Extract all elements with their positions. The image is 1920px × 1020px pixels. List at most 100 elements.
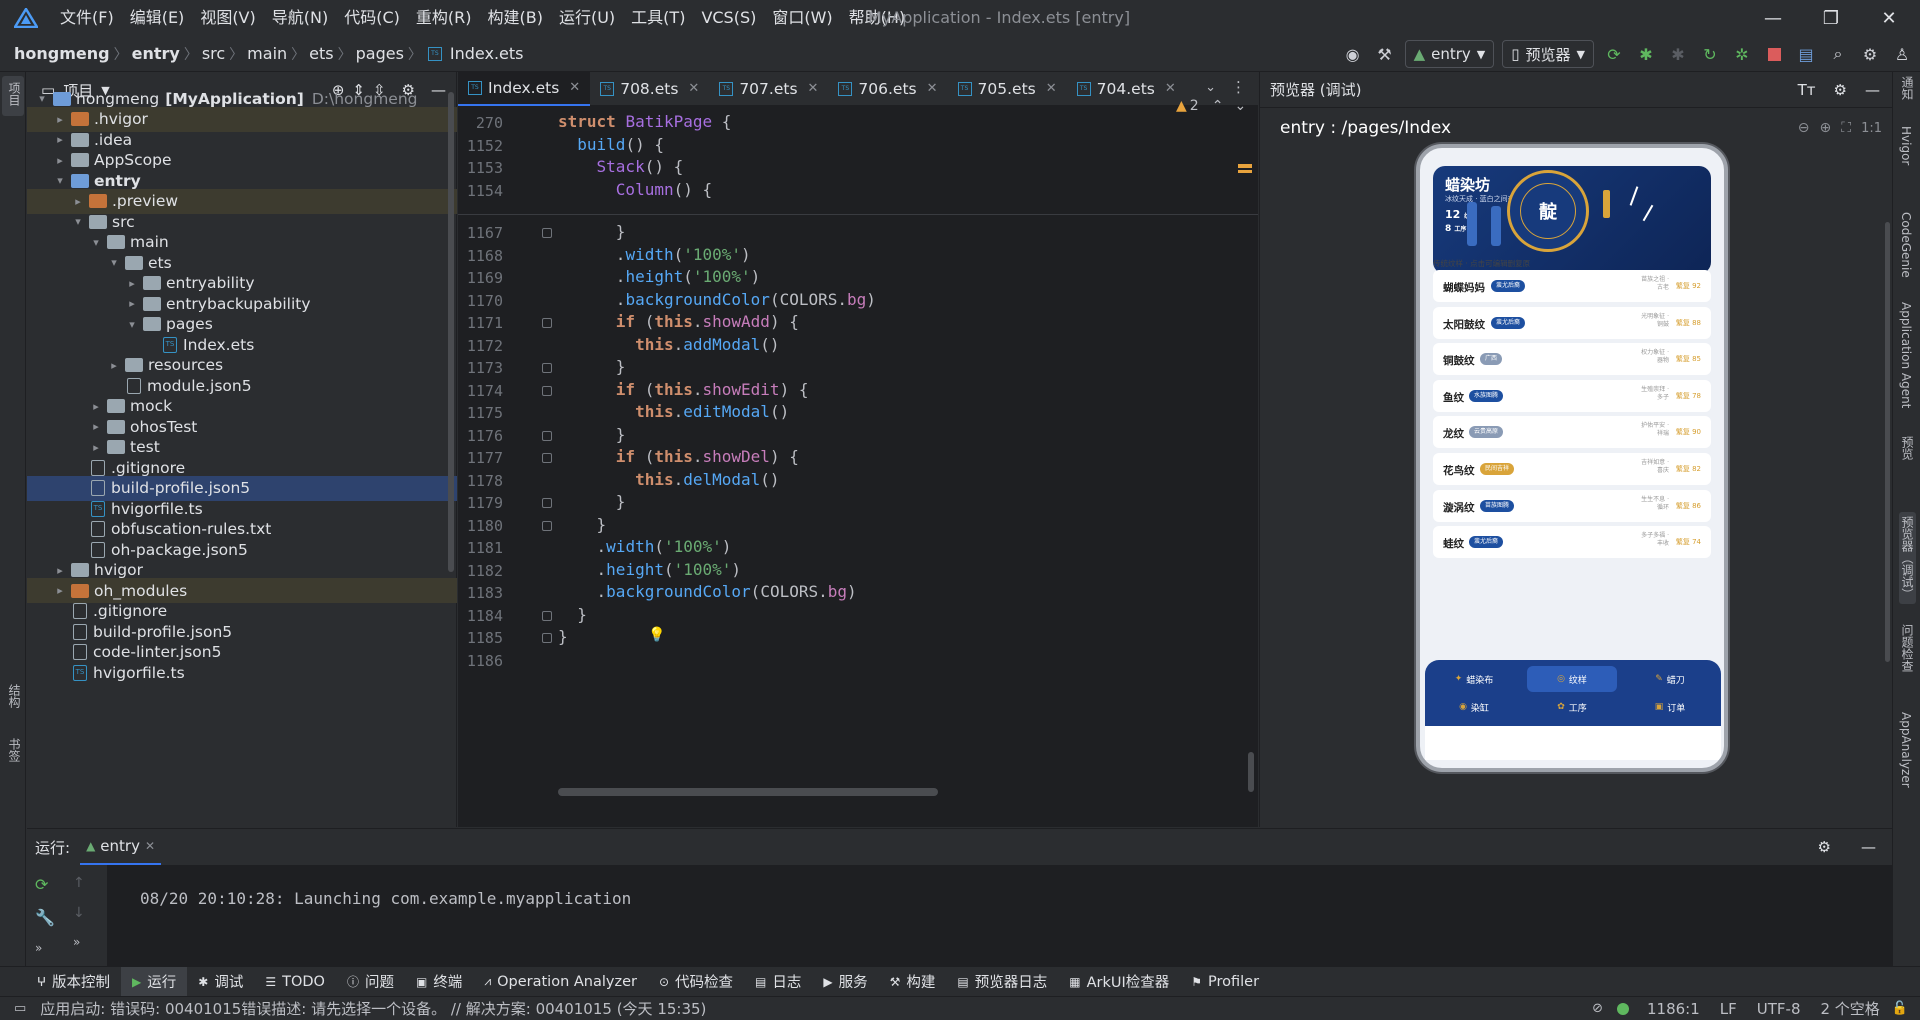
- font-size-icon[interactable]: Tт: [1798, 81, 1816, 99]
- chevron-down-icon[interactable]: ▾: [53, 174, 67, 187]
- fold-marker-icon[interactable]: [542, 498, 552, 508]
- fold-marker-icon[interactable]: [542, 453, 552, 463]
- no-sync-icon[interactable]: ⊘: [1592, 1001, 1603, 1016]
- pattern-card[interactable]: 蝴蝶妈妈 蚩尤后裔 苗族之祖 · 古老 繁复 92: [1433, 270, 1711, 302]
- debug-icon[interactable]: ✱: [1634, 42, 1658, 66]
- right-tool-button[interactable]: Application Agent: [1899, 302, 1913, 408]
- breadcrumb-item[interactable]: main: [243, 44, 291, 63]
- close-tab-icon[interactable]: ✕: [1165, 81, 1176, 96]
- account-icon[interactable]: ♙: [1890, 42, 1914, 66]
- rerun-icon[interactable]: ⟳: [35, 875, 55, 894]
- close-icon[interactable]: ✕: [145, 839, 155, 853]
- hammer-icon[interactable]: ⚒: [1373, 42, 1397, 66]
- gear-icon[interactable]: ⚙: [1834, 81, 1847, 99]
- prev-highlight-icon[interactable]: ⌃: [1212, 98, 1224, 114]
- tool-window-button[interactable]: ✱ 调试: [187, 967, 254, 997]
- fold-marker-icon[interactable]: [542, 633, 552, 643]
- app-tab[interactable]: ▣ 订单: [1625, 694, 1715, 720]
- attach-debugger-icon[interactable]: ✱: [1666, 42, 1690, 66]
- scroll-up-icon[interactable]: ↑: [73, 875, 85, 891]
- target-icon[interactable]: ◉: [1341, 42, 1365, 66]
- gear-icon[interactable]: ⚙: [1818, 838, 1831, 856]
- status-ok-icon[interactable]: [1616, 1002, 1629, 1015]
- right-tool-button[interactable]: 预览: [1899, 436, 1916, 460]
- stop-icon[interactable]: [1762, 42, 1786, 66]
- pattern-card[interactable]: 铜鼓纹 广西 权力象征 · 器物 繁复 85: [1433, 343, 1711, 376]
- warnings-indicator[interactable]: ▲ 2 ⌃ ⌄: [1176, 98, 1246, 114]
- app-tab[interactable]: ✎ 蜡刀: [1625, 666, 1715, 692]
- chevron-down-icon[interactable]: ▾: [125, 318, 139, 331]
- tool-window-button[interactable]: ▣ 终端: [405, 967, 473, 997]
- pattern-card[interactable]: 鱼纹 水族图腾 生殖崇拜 · 多子 繁复 78: [1433, 379, 1711, 412]
- chevron-right-icon[interactable]: ▸: [53, 113, 67, 126]
- fit-screen-icon[interactable]: ⛶: [1841, 120, 1851, 136]
- chevron-down-icon[interactable]: ▾: [71, 215, 85, 228]
- app-tab[interactable]: ◎ 纹样: [1527, 666, 1617, 692]
- profile-icon[interactable]: ✲: [1730, 42, 1754, 66]
- editor-tab[interactable]: TS 708.ets ✕: [590, 72, 709, 106]
- menu-item[interactable]: 工具(T): [623, 0, 693, 36]
- menu-item[interactable]: 文件(F): [52, 0, 122, 36]
- next-highlight-icon[interactable]: ⌄: [1234, 98, 1246, 114]
- app-tab[interactable]: ✿ 工序: [1527, 694, 1617, 720]
- chevron-right-icon[interactable]: ▸: [53, 154, 67, 167]
- pattern-card[interactable]: 漩涡纹 苗族图腾 生生不息 · 循环 繁复 86: [1433, 489, 1711, 522]
- more-options-icon[interactable]: ⋮: [1231, 78, 1246, 96]
- chevron-down-icon[interactable]: ▾: [107, 256, 121, 269]
- chevron-right-icon[interactable]: ▸: [89, 420, 103, 433]
- fold-marker-icon[interactable]: [542, 520, 552, 531]
- right-tool-button[interactable]: Hvigor: [1899, 126, 1913, 165]
- close-tab-icon[interactable]: ✕: [808, 81, 819, 96]
- fold-marker-icon[interactable]: [542, 318, 552, 328]
- menu-item[interactable]: 视图(V): [192, 0, 263, 36]
- lock-icon[interactable]: 🔓: [1892, 1001, 1908, 1016]
- editor-tab[interactable]: TS 705.ets ✕: [948, 72, 1067, 106]
- tool-window-button[interactable]: ⚒ 构建: [879, 967, 947, 997]
- device-manager-icon[interactable]: ▤: [1794, 42, 1818, 66]
- right-tool-button[interactable]: CodeGenie: [1899, 212, 1913, 278]
- run-config-tab[interactable]: ▲ entry ✕: [80, 829, 162, 865]
- menu-item[interactable]: 窗口(W): [764, 0, 840, 36]
- menu-item[interactable]: 构建(B): [480, 0, 551, 36]
- chevron-down-icon[interactable]: ▾: [89, 236, 103, 249]
- indent-setting[interactable]: 2 个空格: [1821, 998, 1880, 1019]
- menu-item[interactable]: 导航(N): [264, 0, 336, 36]
- right-tool-button[interactable]: 通知: [1899, 76, 1916, 100]
- menu-item[interactable]: 代码(C): [336, 0, 408, 36]
- close-tab-icon[interactable]: ✕: [927, 81, 938, 96]
- menu-item[interactable]: 编辑(E): [122, 0, 193, 36]
- more-icon[interactable]: »: [35, 941, 55, 955]
- rerun-icon[interactable]: ⟳: [1602, 42, 1626, 66]
- menu-item[interactable]: 重构(R): [408, 0, 480, 36]
- menu-item[interactable]: 运行(U): [551, 0, 623, 36]
- status-message[interactable]: 应用启动: 错误码: 00401015错误描述: 请先选择一个设备。 // 解决…: [40, 998, 706, 1019]
- panel-toggle-icon[interactable]: ▭: [14, 1001, 26, 1016]
- breadcrumb-item[interactable]: hongmeng: [10, 44, 114, 63]
- device-preview[interactable]: 蜡染坊 冰纹天成 · 蓝白之间有大美 12 纹样 8 工序 8 纹样 8 工序 …: [1416, 144, 1728, 772]
- run-config-dropdown[interactable]: ▲ entry ▼: [1404, 40, 1495, 68]
- tool-window-button[interactable]: ⚑ Profiler: [1180, 967, 1270, 997]
- wrench-icon[interactable]: 🔧: [35, 908, 55, 927]
- tool-window-button[interactable]: ▶ 运行: [121, 966, 188, 997]
- minimize-icon[interactable]: —: [1744, 0, 1802, 36]
- tool-window-button[interactable]: ⊙ 代码检查: [648, 967, 744, 997]
- close-tab-icon[interactable]: ✕: [688, 81, 699, 96]
- more-icon[interactable]: »: [73, 935, 85, 949]
- tool-window-button[interactable]: ▤ 预览器日志: [946, 967, 1058, 997]
- editor-tab[interactable]: TS 704.ets ✕: [1067, 72, 1186, 106]
- pattern-card[interactable]: 龙纹 云贵高原 护佑平安 · 祥瑞 繁复 90: [1433, 416, 1711, 449]
- preview-scrollbar[interactable]: [1885, 222, 1890, 662]
- run-console[interactable]: 08/20 20:10:28: Launching com.example.my…: [107, 865, 1892, 967]
- close-tab-icon[interactable]: ✕: [1046, 81, 1057, 96]
- scroll-down-icon[interactable]: ↓: [73, 905, 85, 921]
- breadcrumb-item[interactable]: pages: [352, 44, 408, 63]
- device-dropdown[interactable]: ▯ 预览器 ▼: [1502, 40, 1594, 68]
- chevron-right-icon[interactable]: ▸: [125, 297, 139, 310]
- chevron-down-icon[interactable]: ⌄: [1205, 80, 1216, 95]
- pattern-card[interactable]: 花鸟纹 民间吉祥 吉祥如意 · 喜庆 繁复 82: [1433, 453, 1711, 485]
- search-icon[interactable]: ⌕: [1826, 42, 1850, 66]
- vertical-scrollbar[interactable]: [1248, 752, 1254, 792]
- settings-gear-icon[interactable]: ⚙: [1858, 42, 1882, 66]
- pattern-card[interactable]: 太阳鼓纹 蚩尤后裔 光明象征 · 铜鼓 繁复 88: [1433, 306, 1711, 339]
- right-tool-button[interactable]: 问题检查: [1899, 624, 1916, 672]
